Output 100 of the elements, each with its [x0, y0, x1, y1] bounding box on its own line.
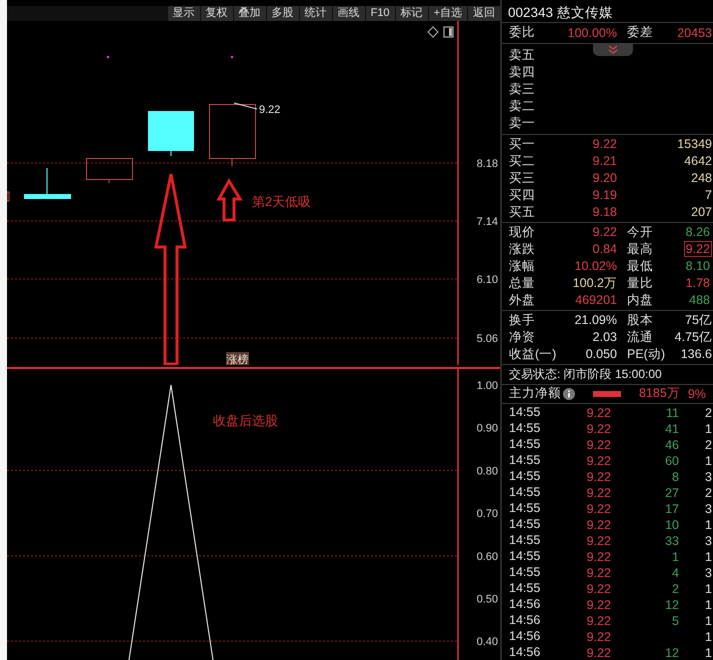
trade-price: 9.22 — [586, 422, 611, 436]
field-value: 20453 — [677, 26, 713, 40]
trade-price: 9.22 — [586, 406, 611, 420]
toolbar-button[interactable]: 画线 — [332, 6, 365, 21]
table-cell: 1 — [705, 614, 713, 628]
table-cell: 1 — [705, 454, 713, 468]
trade-time: 14:55 — [509, 580, 540, 597]
table-cell: 2 — [705, 486, 713, 500]
table-cell: 3 — [705, 502, 713, 516]
axis-label: 0.70 — [476, 508, 498, 520]
trade-price: 9.22 — [586, 454, 611, 468]
toolbar-button[interactable]: 返回 — [468, 6, 500, 21]
annotation-text: 收盘后选股 — [213, 413, 278, 428]
trade-volume: 10 — [665, 518, 679, 532]
ask-label: 卖四 — [509, 64, 535, 81]
trade-volume: 4 — [672, 566, 679, 580]
field-value: 0.84 — [592, 242, 617, 256]
table-cell: 1 — [705, 550, 713, 564]
toolbar-button[interactable]: 标记 — [396, 6, 428, 21]
axis-label: 0.40 — [476, 636, 498, 648]
field-label: 内盘 — [626, 292, 653, 309]
field-value: 136.6 — [680, 347, 713, 362]
field-label: 现价 — [509, 224, 535, 241]
flow-bar-icon — [593, 390, 621, 397]
trade-price: 9.22 — [586, 518, 611, 532]
bid-price: 9.19 — [592, 188, 617, 202]
trade-price: 9.22 — [586, 582, 611, 596]
collapse-button[interactable] — [593, 42, 633, 56]
field-value: 488 — [688, 292, 711, 308]
field-label: 主力净额 — [509, 385, 561, 402]
field-value: 8.26 — [684, 224, 711, 240]
toolbar-button[interactable]: 叠加 — [234, 6, 266, 21]
ask-label: 卖二 — [509, 98, 535, 115]
trade-price: 9.22 — [586, 550, 611, 564]
field-value: 9.22 — [592, 225, 617, 240]
info-icon[interactable] — [563, 388, 575, 400]
trade-time: 14:55 — [509, 420, 540, 437]
diamond-icon[interactable] — [427, 26, 439, 38]
toolbar-button[interactable]: 复权 — [200, 6, 233, 21]
table-cell: 1 — [705, 582, 713, 596]
trade-volume: 27 — [665, 486, 679, 500]
table-cell: 1 — [705, 630, 713, 644]
field-label: 委差 — [626, 24, 653, 42]
axis-label: 0.60 — [476, 550, 498, 563]
trade-price: 9.22 — [586, 470, 611, 484]
up-arrow — [216, 178, 243, 222]
field-label: 收益(一) — [509, 346, 556, 363]
trade-volume: 1 — [672, 550, 679, 564]
trade-price: 9.22 — [586, 646, 611, 660]
toolbar-button[interactable]: +自选 — [428, 6, 467, 21]
table-cell: 3 — [705, 470, 713, 484]
bid-volume: 7 — [705, 188, 713, 202]
chevron-icon — [608, 44, 618, 54]
trade-price: 9.22 — [586, 598, 611, 612]
trade-time: 14:55 — [509, 404, 540, 421]
trade-volume: 33 — [665, 534, 679, 548]
high-price-label: 9.22 — [259, 104, 280, 116]
trade-time: 14:55 — [509, 564, 540, 581]
field-label: 总量 — [509, 274, 535, 292]
toolbar-button[interactable]: 统计 — [300, 6, 332, 21]
table-cell: 3 — [705, 534, 713, 548]
toolbar-button[interactable]: F10 — [366, 6, 395, 21]
bid-label: 买二 — [509, 152, 535, 170]
axis-label: 0.90 — [476, 422, 498, 435]
field-value: 2.03 — [592, 330, 617, 344]
field-value: 469201 — [575, 293, 617, 308]
trade-volume: 5 — [672, 614, 679, 628]
field-value: 75亿 — [685, 312, 713, 329]
trade-volume: 8 — [672, 470, 679, 484]
trade-volume: 12 — [665, 646, 679, 660]
bid-price: 9.18 — [592, 205, 617, 220]
axis-label: 6.10 — [476, 274, 498, 286]
status-text: 交易状态: 闭市阶段 15:00:00 — [508, 366, 662, 381]
field-value: 21.09% — [574, 313, 617, 328]
table-cell: 2 — [705, 438, 713, 452]
toolbar-button[interactable]: 显示 — [168, 6, 200, 21]
trade-time: 14:56 — [509, 644, 540, 660]
field-label: 今开 — [626, 224, 653, 241]
axis-label: 1.00 — [476, 380, 498, 392]
trade-volume: 12 — [665, 598, 679, 612]
annotation-text: 第2天低吸 — [252, 194, 312, 209]
trade-price: 9.22 — [586, 502, 611, 516]
trade-price: 9.22 — [586, 566, 611, 580]
axis-label: 0.80 — [476, 465, 498, 478]
toolbar-button[interactable]: 多股 — [266, 6, 299, 21]
trade-time: 14:56 — [509, 596, 540, 613]
trade-volume: 60 — [665, 454, 679, 468]
table-cell: 2 — [705, 406, 713, 420]
leader-line — [234, 102, 258, 110]
trade-time: 14:55 — [509, 548, 540, 565]
panel-icon[interactable] — [444, 26, 454, 38]
bid-volume: 248 — [691, 171, 713, 186]
bid-volume: 15349 — [677, 137, 713, 152]
table-cell: 1 — [705, 422, 713, 436]
field-value: 8185万 — [639, 385, 680, 402]
trade-time: 14:55 — [509, 484, 540, 501]
field-value: 9% — [688, 386, 706, 401]
field-label: 最高 — [626, 240, 653, 258]
trade-time: 14:55 — [509, 500, 540, 517]
field-label: 流通 — [626, 328, 653, 346]
